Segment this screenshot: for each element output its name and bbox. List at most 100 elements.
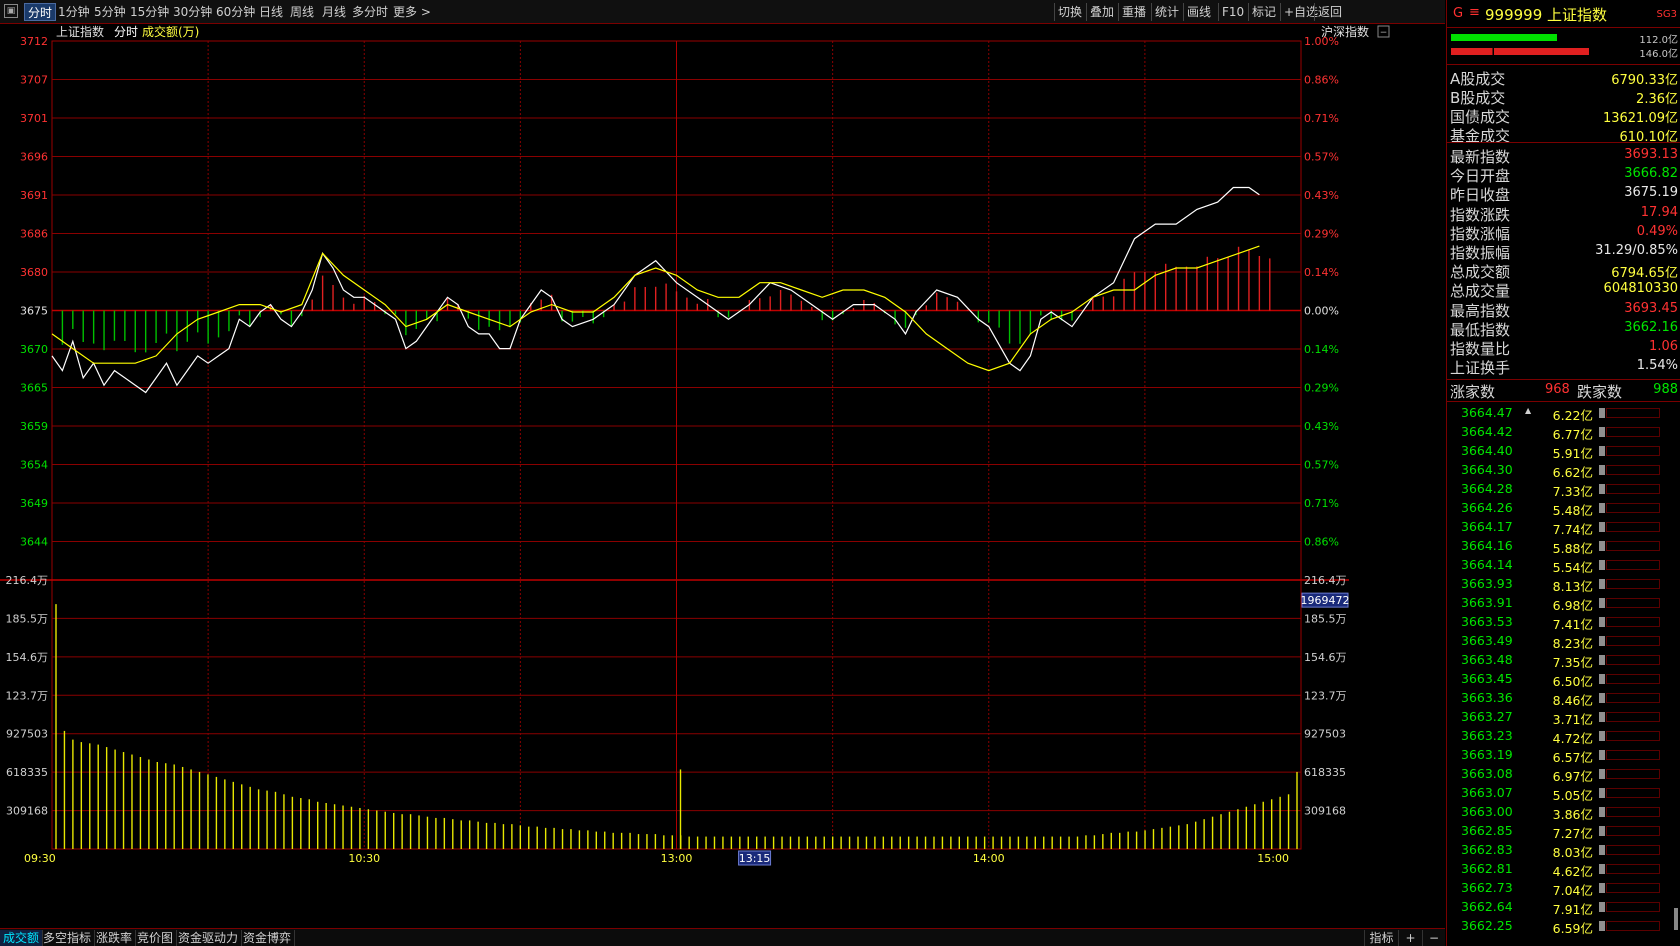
toolbar-separator	[1118, 3, 1119, 21]
tick-row: 3664.14 5.54亿	[1447, 555, 1680, 575]
tick-volume-track	[1606, 408, 1660, 418]
tick-price: 3664.14	[1461, 557, 1513, 572]
price-tick-label: 3654	[20, 459, 48, 472]
tool-button-1[interactable]: 叠加	[1090, 3, 1114, 21]
tick-list-scrollbar[interactable]	[1674, 908, 1678, 930]
tick-row: 3663.27 3.71亿	[1447, 707, 1680, 727]
tool-button-0[interactable]: 切换	[1058, 3, 1082, 21]
tick-volume-track	[1606, 541, 1660, 551]
tick-price: 3663.08	[1461, 766, 1513, 781]
toolbar-separator	[1183, 3, 1184, 21]
volume-tick-label-right: 216.4万	[1304, 574, 1347, 587]
intraday-chart[interactable]: 3712 1.00%3707 0.86%3701 0.71%3696 0.57%3691…	[0, 25, 1445, 928]
indicator-control-2[interactable]: −	[1422, 930, 1445, 946]
tick-price: 3663.91	[1461, 595, 1513, 610]
chart-index-name: 上证指数	[56, 25, 104, 39]
indicator-tab-4[interactable]: 资金驱动力	[175, 930, 243, 946]
tick-volume-track	[1606, 427, 1660, 437]
tick-volume-track	[1606, 503, 1660, 513]
chart-compare-label[interactable]: 沪深指数	[1321, 25, 1369, 39]
stat-label: 最低指数	[1450, 320, 1511, 339]
turnover-value: 13621.09亿	[1602, 111, 1678, 126]
tick-volume-track	[1606, 655, 1660, 665]
tool-button-7[interactable]: +自选	[1284, 3, 1318, 21]
tick-price: 3663.45	[1461, 671, 1513, 686]
tick-volume-bar	[1599, 674, 1605, 684]
indicator-control-0[interactable]: 指标	[1364, 930, 1398, 946]
period-toolbar: ▣ 分时 1分钟 5分钟 15分钟 30分钟 60分钟 日线 周线 月线 多分时 更多 > 切换 叠加…	[0, 0, 1445, 24]
quote-header: G ≡ 999999 上证指数 SG3	[1447, 0, 1680, 28]
toolbar-separator	[1086, 3, 1087, 21]
tick-volume-bar	[1599, 693, 1605, 703]
percent-tick-label: 0.71%	[1304, 112, 1339, 125]
period-tab-3[interactable]: 15分钟	[130, 3, 169, 21]
volume-tick-label-right: 927503	[1304, 728, 1346, 741]
period-tab-8[interactable]: 月线	[322, 3, 346, 21]
tick-price: 3663.00	[1461, 804, 1513, 819]
menu-icon[interactable]: ≡	[1469, 5, 1480, 20]
toolbar-separator	[1280, 3, 1281, 21]
tick-volume-track	[1606, 674, 1660, 684]
strength-value: 112.0亿	[1639, 35, 1678, 46]
period-tab-1[interactable]: 1分钟	[58, 3, 90, 21]
tick-price: 3663.07	[1461, 785, 1513, 800]
tool-button-6[interactable]: 标记	[1252, 3, 1276, 21]
tick-volume-track	[1606, 484, 1660, 494]
tick-volume-bar	[1599, 465, 1605, 475]
turnover-label: 国债成交	[1450, 108, 1511, 126]
volume-tick-label-right: 309168	[1304, 805, 1346, 818]
tick-price: 3664.40	[1461, 443, 1513, 458]
tick-row: 3663.49 8.23亿	[1447, 631, 1680, 651]
window-menu-icon[interactable]: ▣	[4, 4, 18, 18]
tick-volume-bar	[1599, 636, 1605, 646]
stat-label: 总成交量	[1450, 282, 1511, 301]
period-tab-0[interactable]: 分时	[24, 3, 57, 21]
tool-button-2[interactable]: 重播	[1122, 3, 1146, 21]
tool-button-8[interactable]: 返回	[1318, 3, 1342, 21]
indicator-tab-5[interactable]: 资金博弈	[240, 930, 296, 946]
indicator-control-1[interactable]: +	[1398, 930, 1422, 946]
tick-volume-bar	[1599, 788, 1605, 798]
volume-tick-label: 309168	[6, 805, 48, 818]
tool-button-3[interactable]: 统计	[1155, 3, 1179, 21]
period-tab-2[interactable]: 5分钟	[94, 3, 126, 21]
tick-row: 3663.07 5.05亿	[1447, 783, 1680, 803]
period-tab-4[interactable]: 30分钟	[173, 3, 212, 21]
tool-button-4[interactable]: 画线	[1187, 3, 1211, 21]
tick-volume-track	[1606, 636, 1660, 646]
tick-row: 3662.85 7.27亿	[1447, 821, 1680, 841]
chart-volume-label: 成交额(万)	[142, 25, 199, 39]
stat-row: 昨日收盘 3675.19	[1447, 184, 1680, 205]
tick-volume-bar	[1599, 484, 1605, 494]
turnover-row: B股成交 2.36亿	[1447, 87, 1680, 107]
indicator-tab-1[interactable]: 多空指标	[40, 930, 96, 946]
period-tab-7[interactable]: 周线	[290, 3, 314, 21]
period-tab-9[interactable]: 多分时	[352, 3, 388, 21]
stat-label: 昨日收盘	[1450, 186, 1511, 205]
turnover-label: A股成交	[1450, 70, 1506, 88]
tick-price: 3663.49	[1461, 633, 1513, 648]
tick-volume-track	[1606, 693, 1660, 703]
tick-price: 3664.26	[1461, 500, 1513, 515]
period-tab-5[interactable]: 60分钟	[216, 3, 255, 21]
price-tick-label: 3691	[20, 189, 48, 202]
tool-button-5[interactable]: F10	[1222, 3, 1244, 21]
tick-volume-track	[1606, 579, 1660, 589]
percent-tick-label: 0.86%	[1304, 536, 1339, 549]
indicator-tab-2[interactable]: 涨跌率	[93, 930, 137, 946]
tick-volume-bar	[1599, 655, 1605, 665]
price-tick-label: 3701	[20, 112, 48, 125]
indicator-tab-0[interactable]: 成交额	[0, 930, 44, 946]
period-tab-10[interactable]: 更多 >	[393, 3, 431, 21]
tick-volume-track	[1606, 864, 1660, 874]
period-tab-6[interactable]: 日线	[259, 3, 283, 21]
stat-row: 总成交量 604810330	[1447, 280, 1680, 301]
stat-label: 指数涨幅	[1450, 224, 1511, 243]
tick-volume-bar	[1599, 769, 1605, 779]
time-tick-label: 09:30	[24, 852, 56, 865]
percent-tick-label: 0.71%	[1304, 497, 1339, 510]
toolbar-separator	[1054, 3, 1055, 21]
indicator-tab-3[interactable]: 竞价图	[134, 930, 178, 946]
volume-tick-label-right: 185.5万	[1304, 612, 1347, 625]
tick-price: 3664.42	[1461, 424, 1513, 439]
